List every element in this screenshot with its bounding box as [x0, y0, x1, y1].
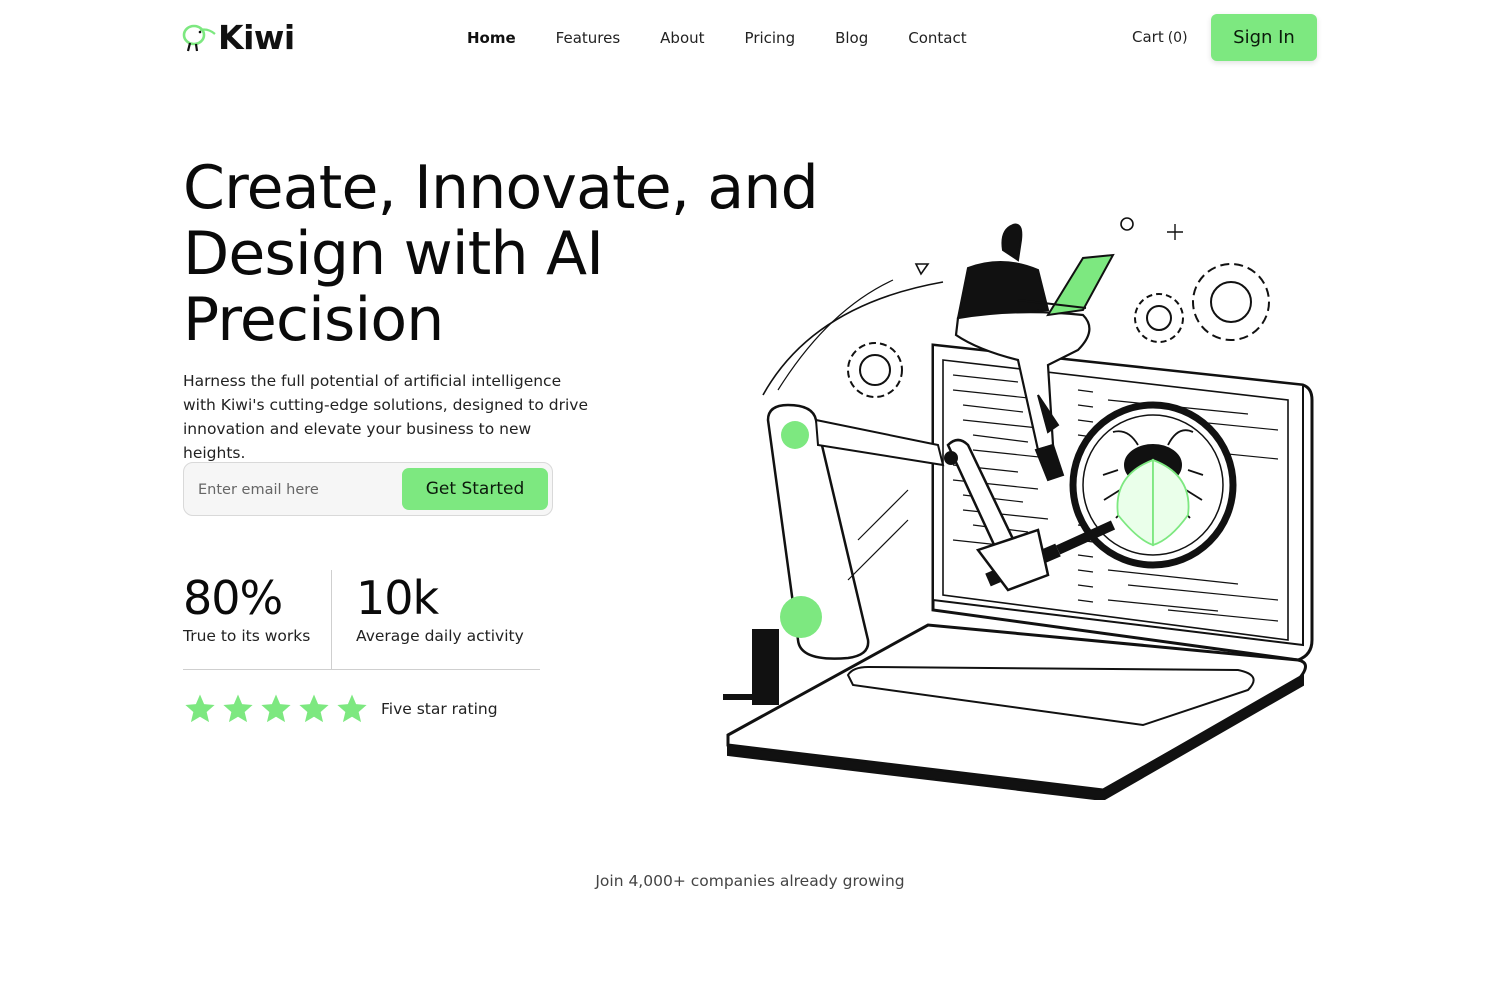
- social-proof-text: Join 4,000+ companies already growing: [595, 872, 905, 890]
- stat-label: Average daily activity: [356, 627, 524, 645]
- star-icon: [223, 694, 253, 723]
- stat-label: True to its works: [183, 627, 311, 645]
- nav-home[interactable]: Home: [467, 27, 516, 49]
- stat-accuracy: 80% True to its works: [183, 570, 310, 645]
- gear-icon: [847, 342, 903, 398]
- nav-blog[interactable]: Blog: [835, 27, 868, 49]
- nav-contact[interactable]: Contact: [908, 27, 966, 49]
- stat-value: 10k: [356, 571, 439, 625]
- nav-features[interactable]: Features: [556, 27, 621, 49]
- star-icon: [299, 694, 329, 723]
- get-started-button[interactable]: Get Started: [402, 468, 548, 510]
- brand-name: Kiwi: [218, 18, 295, 57]
- stat-value: 80%: [183, 571, 283, 625]
- robot-arm-laptop-bug-illustration: [723, 217, 1314, 800]
- rating-label: Five star rating: [381, 700, 498, 718]
- kiwi-bird-icon: [182, 24, 216, 52]
- cart-count: (0): [1167, 30, 1188, 46]
- stat-activity: 10k Average daily activity: [356, 570, 524, 645]
- email-input[interactable]: [198, 477, 398, 503]
- nav-about[interactable]: About: [660, 27, 704, 49]
- sign-in-button[interactable]: Sign In: [1211, 14, 1317, 61]
- brand-logo[interactable]: Kiwi: [182, 18, 295, 58]
- stats-block: 80% True to its works 10k Average daily …: [183, 570, 540, 670]
- star-icon: [261, 694, 291, 723]
- cart-link[interactable]: Cart (0): [1132, 26, 1188, 49]
- nav-pricing[interactable]: Pricing: [745, 27, 796, 49]
- star-rating: [183, 692, 369, 726]
- star-icon: [185, 694, 215, 723]
- rating-block: Five star rating: [183, 692, 498, 726]
- stat-divider: [331, 570, 332, 670]
- star-icon: [337, 694, 367, 723]
- cart-label: Cart: [1132, 28, 1164, 46]
- email-signup-form: Get Started: [183, 462, 553, 516]
- main-nav: Home Features About Pricing Blog Contact: [467, 27, 967, 49]
- hero-subtitle: Harness the full potential of artificial…: [183, 372, 589, 462]
